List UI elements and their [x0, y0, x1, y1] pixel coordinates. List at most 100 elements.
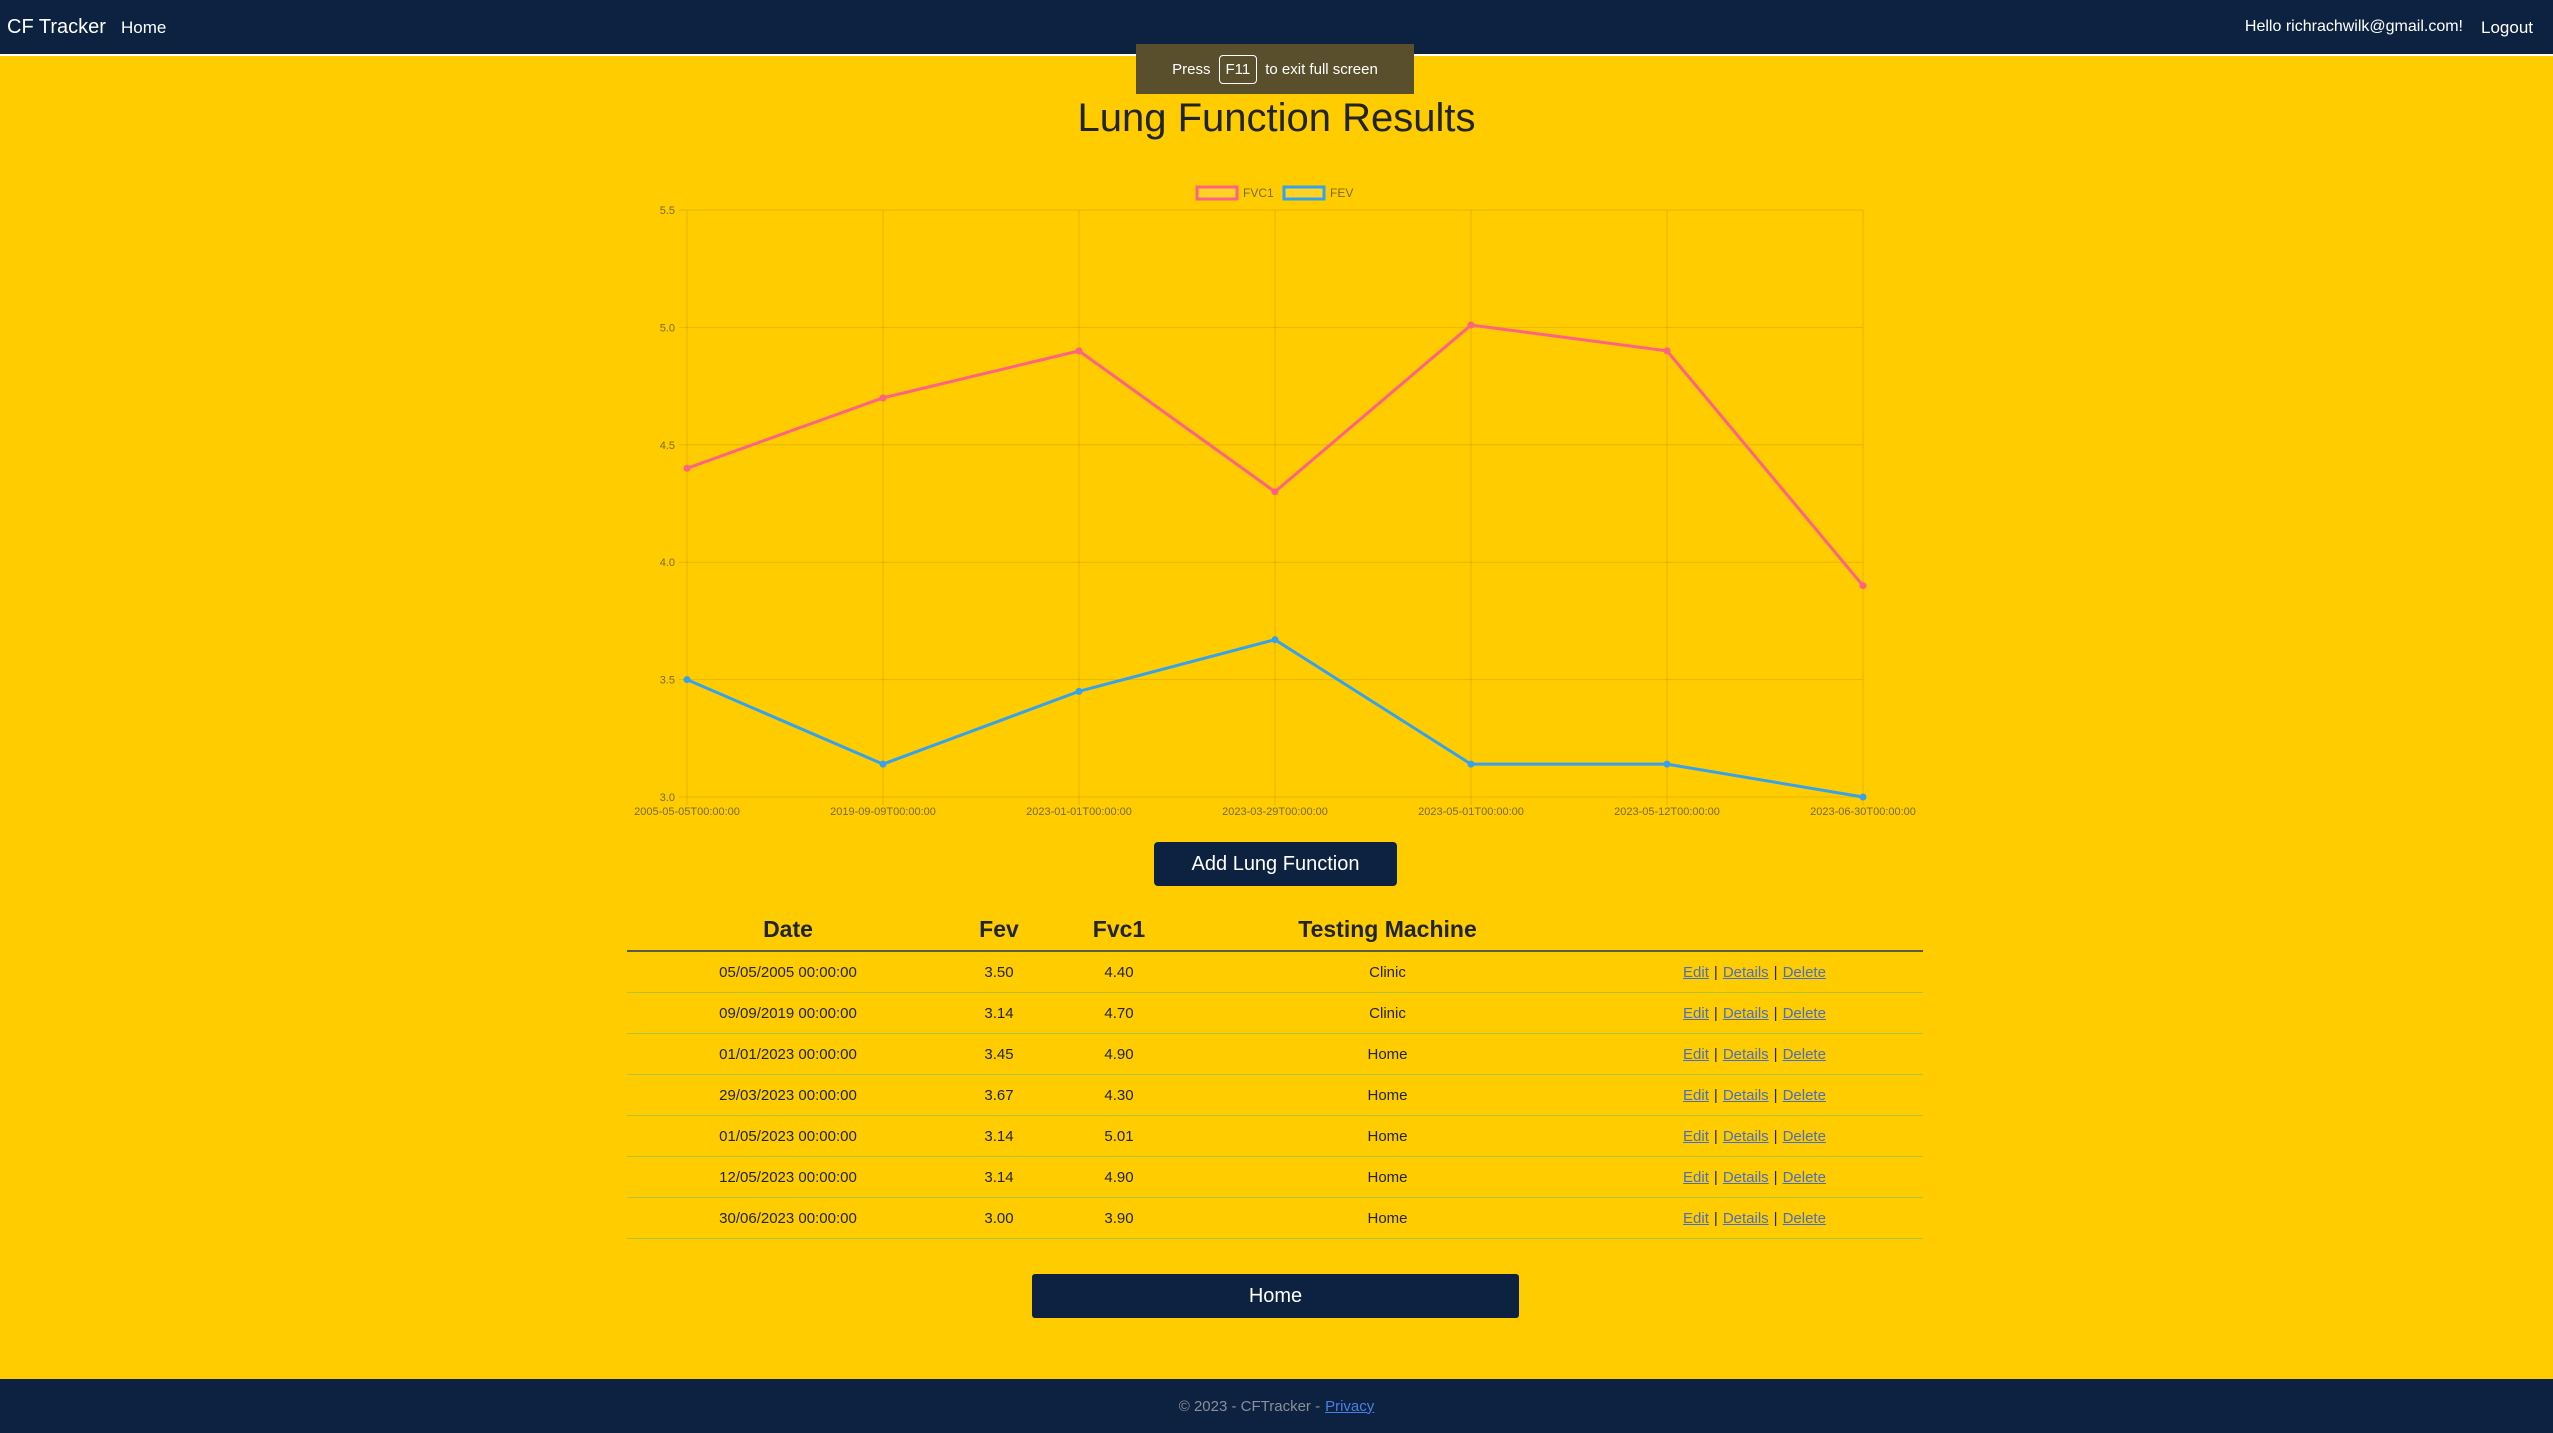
row-fev-cell: 3.00: [949, 1197, 1049, 1239]
footer-copyright: © 2023 - CFTracker -: [1178, 1397, 1321, 1415]
action-separator: |: [1713, 1045, 1718, 1063]
details-link[interactable]: Details: [1723, 964, 1769, 981]
edit-link[interactable]: Edit: [1683, 1087, 1709, 1104]
details-link[interactable]: Details: [1723, 1087, 1769, 1104]
row-date-cell: 12/05/2023 00:00:00: [627, 1156, 949, 1198]
edit-link[interactable]: Edit: [1683, 1169, 1709, 1186]
x-tick-label: 2023-05-12T00:00:00: [1614, 806, 1720, 818]
data-point-fev: [1271, 636, 1279, 644]
row-machine-cell: Home: [1189, 1074, 1586, 1116]
row-fvc1-cell: 4.30: [1049, 1074, 1189, 1116]
row-fev-cell: 3.14: [949, 1156, 1049, 1198]
table-row: 29/03/2023 00:00:00 3.67 4.30 Home Edit | Deta…: [627, 1074, 1923, 1116]
header-date: Date: [627, 908, 949, 952]
fullscreen-notice: Press F11 to exit full screen: [1136, 44, 1414, 94]
x-tick-label: 2023-05-01T00:00:00: [1418, 806, 1524, 818]
details-link[interactable]: Details: [1723, 1210, 1769, 1227]
row-actions-cell: Edit | Details | Delete: [1586, 1115, 1923, 1157]
row-fev-cell: 3.67: [949, 1074, 1049, 1116]
legend-label-fev: FEV: [1330, 186, 1353, 200]
data-point-fev: [1859, 793, 1867, 801]
action-separator: |: [1773, 1045, 1778, 1063]
details-link[interactable]: Details: [1723, 1128, 1769, 1145]
delete-link[interactable]: Delete: [1783, 1128, 1826, 1145]
y-tick-label: 5.5: [660, 205, 675, 217]
legend-label-fvc1: FVC1: [1243, 186, 1274, 200]
legend-swatch-fev: [1282, 185, 1326, 201]
add-lung-function-button[interactable]: Add Lung Function: [1154, 842, 1397, 886]
data-point-fev: [1075, 687, 1083, 695]
privacy-link[interactable]: Privacy: [1325, 1398, 1374, 1415]
action-separator: |: [1773, 1209, 1778, 1227]
details-link[interactable]: Details: [1723, 1005, 1769, 1022]
row-fev-cell: 3.14: [949, 1115, 1049, 1157]
row-machine-cell: Clinic: [1189, 992, 1586, 1034]
header-actions: [1586, 908, 1923, 952]
f11-key-badge: F11: [1218, 54, 1258, 84]
details-link[interactable]: Details: [1723, 1046, 1769, 1063]
logout-link[interactable]: Logout: [2481, 18, 2533, 38]
delete-link[interactable]: Delete: [1783, 1046, 1826, 1063]
row-actions-cell: Edit | Details | Delete: [1586, 1033, 1923, 1075]
data-point-fev: [683, 676, 691, 684]
row-fev-cell: 3.14: [949, 992, 1049, 1034]
row-date-cell: 09/09/2019 00:00:00: [627, 992, 949, 1034]
row-date-cell: 05/05/2005 00:00:00: [627, 951, 949, 993]
home-button[interactable]: Home: [1032, 1274, 1519, 1318]
brand-link[interactable]: CF Tracker: [7, 16, 106, 39]
user-greeting-link[interactable]: Hello richrachwilk@gmail.com!: [2245, 18, 2463, 38]
delete-link[interactable]: Delete: [1783, 1210, 1826, 1227]
row-machine-cell: Home: [1189, 1156, 1586, 1198]
nav-user-area: Hello richrachwilk@gmail.com! Logout: [2245, 18, 2533, 38]
row-machine-cell: Home: [1189, 1033, 1586, 1075]
row-actions-cell: Edit | Details | Delete: [1586, 1197, 1923, 1239]
data-point-fvc1: [1467, 321, 1475, 329]
data-point-fvc1: [1859, 582, 1867, 590]
y-tick-label: 3.0: [660, 792, 675, 804]
data-point-fvc1: [879, 394, 887, 402]
action-separator: |: [1773, 1086, 1778, 1104]
delete-link[interactable]: Delete: [1783, 1005, 1826, 1022]
table-row: 01/05/2023 00:00:00 3.14 5.01 Home Edit | Deta…: [627, 1115, 1923, 1157]
row-date-cell: 30/06/2023 00:00:00: [627, 1197, 949, 1239]
action-separator: |: [1713, 963, 1718, 981]
details-link[interactable]: Details: [1723, 1169, 1769, 1186]
footer: © 2023 - CFTracker - Privacy: [0, 1379, 2553, 1433]
action-separator: |: [1713, 1209, 1718, 1227]
row-actions-cell: Edit | Details | Delete: [1586, 951, 1923, 993]
row-actions-cell: Edit | Details | Delete: [1586, 1156, 1923, 1198]
lung-function-chart: 3.0 3.5 4.0 4.5 5.0 5.5 2005-05-05T00:00:00 201…: [634, 185, 1916, 818]
fullscreen-notice-press: Press: [1172, 60, 1211, 78]
y-tick-label: 3.5: [660, 675, 675, 687]
data-point-fvc1: [1271, 488, 1279, 496]
action-separator: |: [1713, 1086, 1718, 1104]
action-separator: |: [1773, 963, 1778, 981]
y-tick-label: 4.5: [660, 440, 675, 452]
action-separator: |: [1773, 1127, 1778, 1145]
row-fev-cell: 3.45: [949, 1033, 1049, 1075]
delete-link[interactable]: Delete: [1783, 964, 1826, 981]
row-fev-cell: 3.50: [949, 951, 1049, 993]
edit-link[interactable]: Edit: [1683, 964, 1709, 981]
edit-link[interactable]: Edit: [1683, 1210, 1709, 1227]
delete-link[interactable]: Delete: [1783, 1087, 1826, 1104]
x-tick-label: 2019-09-09T00:00:00: [830, 806, 936, 818]
lung-function-table: Date Fev Fvc1 Testing Machine 05/05/2005…: [627, 908, 1923, 1239]
action-separator: |: [1773, 1004, 1778, 1022]
edit-link[interactable]: Edit: [1683, 1005, 1709, 1022]
row-fvc1-cell: 5.01: [1049, 1115, 1189, 1157]
edit-link[interactable]: Edit: [1683, 1046, 1709, 1063]
table-row: 12/05/2023 00:00:00 3.14 4.90 Home Edit | Deta…: [627, 1156, 1923, 1198]
row-fvc1-cell: 3.90: [1049, 1197, 1189, 1239]
row-fvc1-cell: 4.70: [1049, 992, 1189, 1034]
edit-link[interactable]: Edit: [1683, 1128, 1709, 1145]
data-point-fev: [879, 760, 887, 768]
delete-link[interactable]: Delete: [1783, 1169, 1826, 1186]
fullscreen-notice-suffix: to exit full screen: [1265, 60, 1378, 78]
x-tick-label: 2023-01-01T00:00:00: [1026, 806, 1132, 818]
y-tick-label: 5.0: [660, 322, 675, 334]
data-point-fvc1: [1663, 347, 1671, 355]
row-machine-cell: Home: [1189, 1115, 1586, 1157]
nav-home-link[interactable]: Home: [121, 18, 166, 38]
row-date-cell: 01/01/2023 00:00:00: [627, 1033, 949, 1075]
